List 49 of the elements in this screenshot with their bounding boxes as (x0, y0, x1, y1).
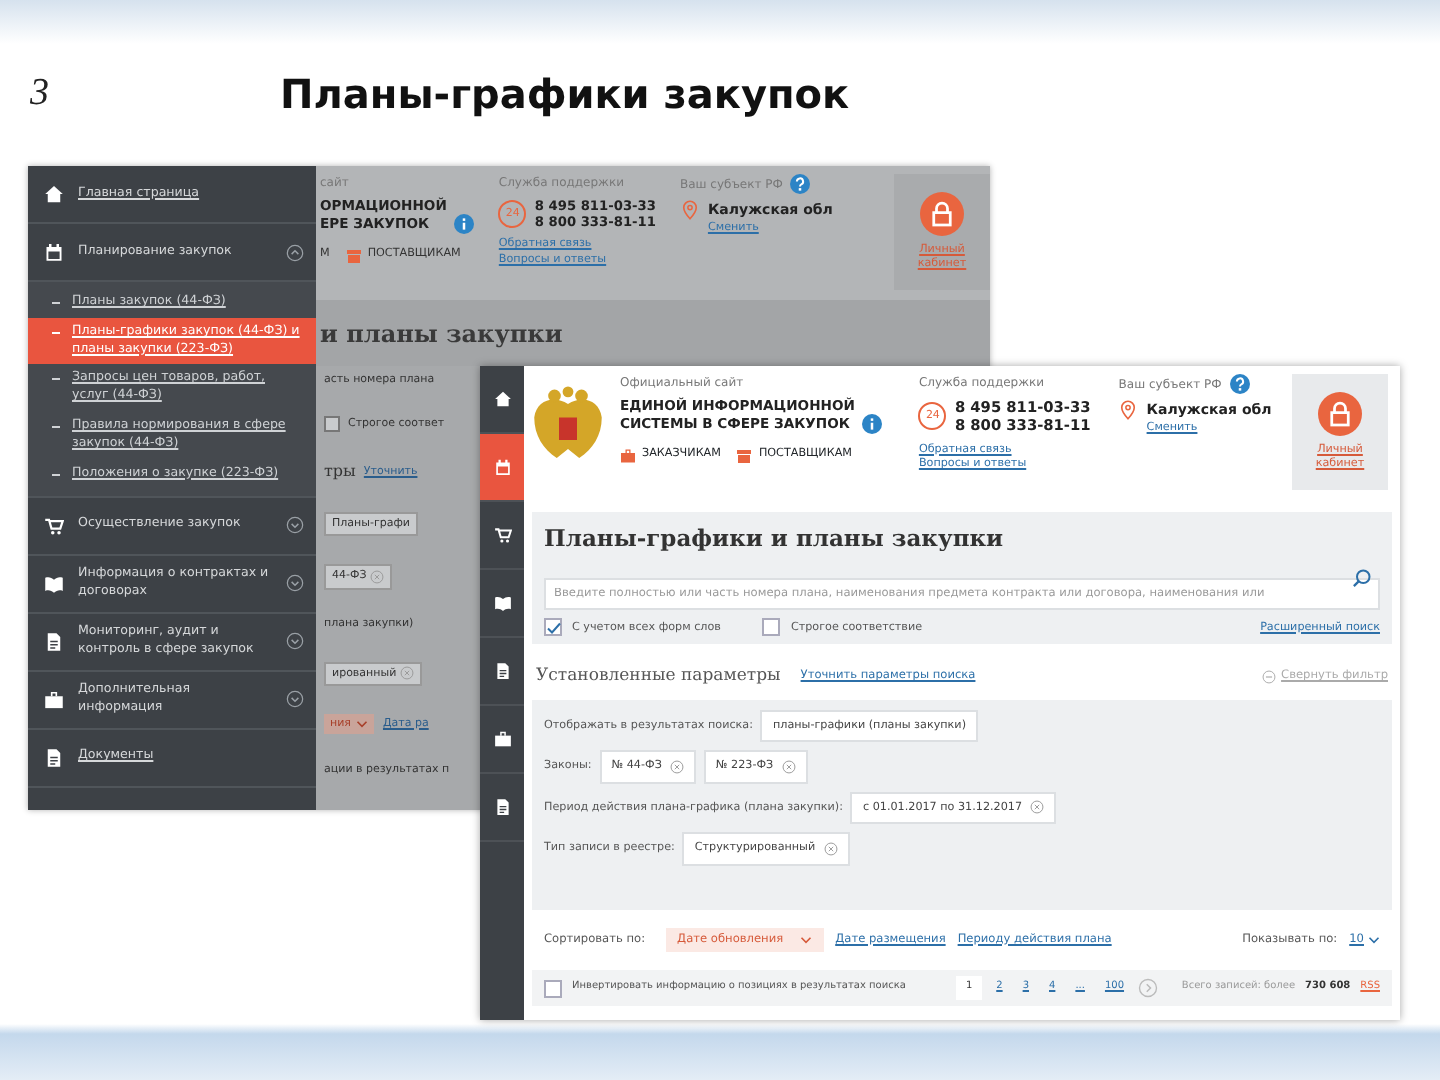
sidebar-tab[interactable] (480, 434, 524, 502)
remove-icon (669, 760, 684, 775)
location-pin-icon (679, 200, 700, 220)
slide-number: 3 (30, 69, 51, 118)
collapse-icon (1261, 670, 1276, 685)
remove-icon (1030, 800, 1045, 815)
checkbox[interactable] (544, 979, 562, 997)
next-page-icon (1138, 978, 1159, 998)
home-icon (493, 390, 511, 408)
caret-icon (356, 717, 369, 730)
document-icon (493, 798, 511, 816)
box-icon (345, 247, 362, 264)
page-title: и планы закупки (316, 300, 990, 366)
info-icon (862, 414, 883, 435)
book-icon (44, 573, 64, 593)
location-pin-icon (1118, 400, 1139, 420)
home-icon (44, 184, 64, 204)
briefcase-icon (44, 689, 64, 709)
calendar-icon (493, 458, 511, 476)
section-heading: тры (324, 460, 356, 485)
section-heading: Установленные параметры (536, 664, 781, 690)
remove-icon (781, 760, 796, 775)
info-icon (454, 214, 475, 235)
book-icon (493, 594, 511, 612)
lock-icon (1318, 391, 1362, 436)
remove-icon (370, 569, 385, 584)
checkbox[interactable] (324, 416, 340, 433)
cart-icon (493, 526, 511, 544)
document-icon (493, 662, 511, 680)
help-icon (1229, 374, 1250, 394)
lock-icon (920, 191, 964, 236)
page-title: Планы-графики и планы закупки (544, 522, 1006, 556)
check-icon (545, 619, 561, 636)
help-icon (790, 174, 811, 194)
box-icon (736, 447, 753, 464)
cart-icon (44, 515, 64, 535)
calendar-icon (44, 242, 64, 262)
document-icon (44, 631, 64, 651)
briefcase-icon (493, 730, 511, 748)
caret-icon (1368, 933, 1380, 946)
document-icon (44, 747, 64, 767)
briefcase-icon (620, 447, 636, 464)
checkbox[interactable] (544, 618, 562, 637)
caret-icon (799, 933, 812, 946)
remove-icon (823, 841, 838, 856)
slide-title: Планы-графики закупок (280, 68, 850, 122)
search-icon (1352, 568, 1372, 589)
remove-icon (400, 666, 415, 681)
checkbox[interactable] (762, 618, 781, 637)
